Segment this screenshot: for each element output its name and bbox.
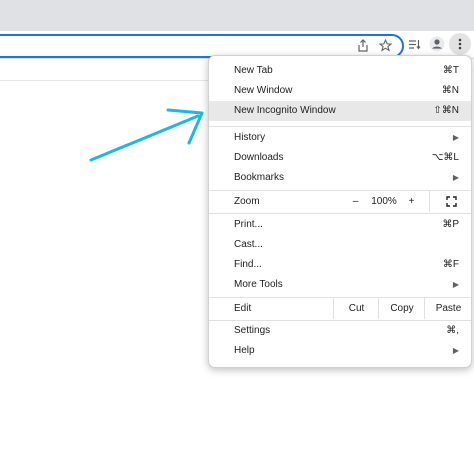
menu-item-label: Bookmarks: [234, 172, 285, 183]
menu-item-bookmarks[interactable]: Bookmarks ▶: [209, 168, 471, 188]
submenu-arrow-icon: ▶: [452, 346, 459, 355]
menu-separator: [209, 126, 471, 127]
menu-item-label: History: [234, 132, 266, 143]
submenu-arrow-icon: ▶: [452, 280, 459, 289]
chrome-main-menu: New Tab ⌘T New Window ⌘N New Incognito W…: [208, 55, 472, 368]
menu-item-more-tools[interactable]: More Tools ▶: [209, 275, 471, 295]
fullscreen-icon: [445, 196, 457, 207]
shortcut-label: ⌘T: [442, 65, 459, 76]
paste-button[interactable]: Paste: [424, 298, 472, 319]
menu-item-label: Settings: [234, 325, 271, 336]
zoom-out-button[interactable]: –: [342, 191, 369, 212]
menu-item-history[interactable]: History ▶: [209, 128, 471, 148]
cut-button[interactable]: Cut: [333, 298, 379, 319]
shortcut-label: ⌘F: [442, 259, 459, 270]
fullscreen-button[interactable]: [429, 191, 472, 212]
copy-button[interactable]: Copy: [378, 298, 425, 319]
shortcut-label: ⌘P: [442, 219, 459, 230]
menu-item-help[interactable]: Help ▶: [209, 341, 471, 361]
shortcut-label: ⌘N: [441, 85, 459, 96]
menu-separator: [209, 213, 471, 214]
edit-row: Edit Cut Copy Paste: [209, 298, 471, 319]
zoom-row: Zoom – 100% +: [209, 191, 471, 212]
menu-item-label: New Window: [234, 85, 293, 96]
shortcut-label: ⇧⌘N: [433, 105, 459, 116]
menu-item-label: Help: [234, 345, 255, 356]
menu-item-label: Downloads: [234, 152, 284, 163]
shortcut-label: ⌘,: [446, 325, 459, 336]
menu-item-find[interactable]: Find... ⌘F: [209, 255, 471, 275]
menu-item-print[interactable]: Print... ⌘P: [209, 215, 471, 235]
menu-item-label: More Tools: [234, 279, 283, 290]
submenu-arrow-icon: ▶: [452, 133, 459, 142]
edit-label: Edit: [234, 303, 252, 314]
menu-item-new-window[interactable]: New Window ⌘N: [209, 81, 471, 101]
menu-item-cast[interactable]: Cast...: [209, 235, 471, 255]
menu-item-label: New Tab: [234, 65, 273, 76]
menu-item-downloads[interactable]: Downloads ⌥⌘L: [209, 148, 471, 168]
menu-item-label: New Incognito Window: [234, 105, 336, 116]
menu-item-new-incognito-window[interactable]: New Incognito Window ⇧⌘N: [209, 101, 471, 121]
menu-item-label: Cast...: [234, 239, 263, 250]
zoom-in-button[interactable]: +: [399, 191, 424, 212]
shortcut-label: ⌥⌘L: [431, 152, 459, 163]
menu-item-label: Find...: [234, 259, 262, 270]
menu-item-settings[interactable]: Settings ⌘,: [209, 321, 471, 341]
submenu-arrow-icon: ▶: [452, 173, 459, 182]
zoom-label: Zoom: [234, 196, 260, 207]
menu-item-label: Print...: [234, 219, 263, 230]
zoom-level: 100%: [371, 196, 397, 207]
menu-item-new-tab[interactable]: New Tab ⌘T: [209, 61, 471, 81]
